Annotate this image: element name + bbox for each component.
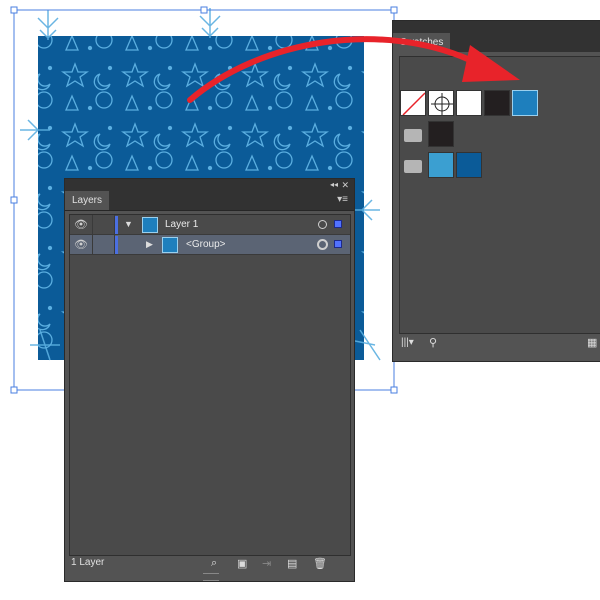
new-layer-icon[interactable]: ▤ [287, 557, 297, 570]
resize-handle[interactable] [10, 196, 18, 204]
swatch-light-blue[interactable] [428, 152, 454, 178]
disclosure-triangle-icon[interactable]: ▶ [146, 239, 153, 250]
panel-menu-icon[interactable]: ▾≡ [337, 194, 348, 205]
show-kinds-icon[interactable]: ⚲ [429, 336, 437, 349]
layers-tabrow: Layers ▾≡ [65, 191, 354, 211]
layers-panel: ◂◂ ✕ Layers ▾≡ 👁 ▼ Layer 1 👁 ▶ <Group> 1… [64, 178, 355, 582]
resize-handle[interactable] [390, 386, 398, 394]
layers-titlebar[interactable]: ◂◂ ✕ [65, 179, 354, 191]
layer-thumbnail [142, 217, 158, 233]
layer-row-group[interactable]: 👁 ▶ <Group> [70, 235, 350, 255]
lock-toggle[interactable] [92, 215, 115, 235]
swatches-titlebar[interactable] [393, 21, 600, 33]
eye-icon: 👁 [74, 219, 88, 231]
delete-icon[interactable]: 🗑 [313, 557, 327, 570]
target-icon[interactable] [318, 220, 327, 229]
visibility-toggle[interactable]: 👁 [70, 235, 93, 255]
swatches-grid [399, 56, 600, 334]
close-icon[interactable]: ✕ [341, 179, 349, 191]
layer-color-bar [115, 216, 118, 234]
resize-grip[interactable] [203, 573, 219, 581]
swatch-black-group[interactable] [428, 121, 454, 147]
swatches-tabrow: Swatches [393, 33, 600, 52]
collapse-icon[interactable]: ◂◂ [330, 179, 338, 191]
swatch-dark-blue[interactable] [456, 152, 482, 178]
target-icon[interactable] [317, 239, 328, 250]
grid-view-icon[interactable]: ▦ [587, 336, 597, 349]
layers-footer: 1 Layer ⌕ ▣ ⇥ ▤ 🗑 [65, 553, 354, 573]
swatch-black[interactable] [484, 90, 510, 116]
swatch-registration[interactable] [428, 90, 454, 116]
group-name[interactable]: <Group> [186, 235, 225, 255]
folder-icon[interactable] [404, 129, 422, 142]
resize-handle[interactable] [200, 6, 208, 14]
layers-list: 👁 ▼ Layer 1 👁 ▶ <Group> [69, 214, 351, 556]
layer-row-layer1[interactable]: 👁 ▼ Layer 1 [70, 215, 350, 235]
disclosure-triangle-icon[interactable]: ▼ [124, 219, 133, 229]
tab-layers[interactable]: Layers [65, 191, 110, 210]
swatch-libraries-icon[interactable]: |||▾ [401, 337, 414, 348]
resize-handle[interactable] [10, 6, 18, 14]
swatch-pattern[interactable] [512, 90, 538, 116]
folder-icon[interactable] [404, 160, 422, 173]
search-icon[interactable]: ⌕ [211, 557, 217, 570]
swatch-white[interactable] [456, 90, 482, 116]
make-clipping-mask-icon[interactable]: ▣ [237, 557, 247, 570]
layer-count: 1 Layer [71, 557, 105, 568]
group-thumbnail [162, 237, 178, 253]
eye-icon: 👁 [74, 239, 88, 251]
selection-indicator[interactable] [334, 240, 342, 248]
resize-handle[interactable] [10, 386, 18, 394]
tab-swatches[interactable]: Swatches [393, 33, 451, 52]
move-to-layer-icon[interactable]: ⇥ [262, 557, 271, 570]
visibility-toggle[interactable]: 👁 [70, 215, 93, 235]
swatches-panel: Swatches ? |||▾ ⚲ ▦ [392, 20, 600, 362]
layer-name[interactable]: Layer 1 [165, 215, 198, 235]
selection-indicator[interactable] [334, 220, 342, 228]
layer-color-bar [115, 236, 118, 254]
lock-toggle[interactable] [92, 235, 115, 255]
resize-handle[interactable] [390, 6, 398, 14]
swatch-none[interactable] [400, 90, 426, 116]
